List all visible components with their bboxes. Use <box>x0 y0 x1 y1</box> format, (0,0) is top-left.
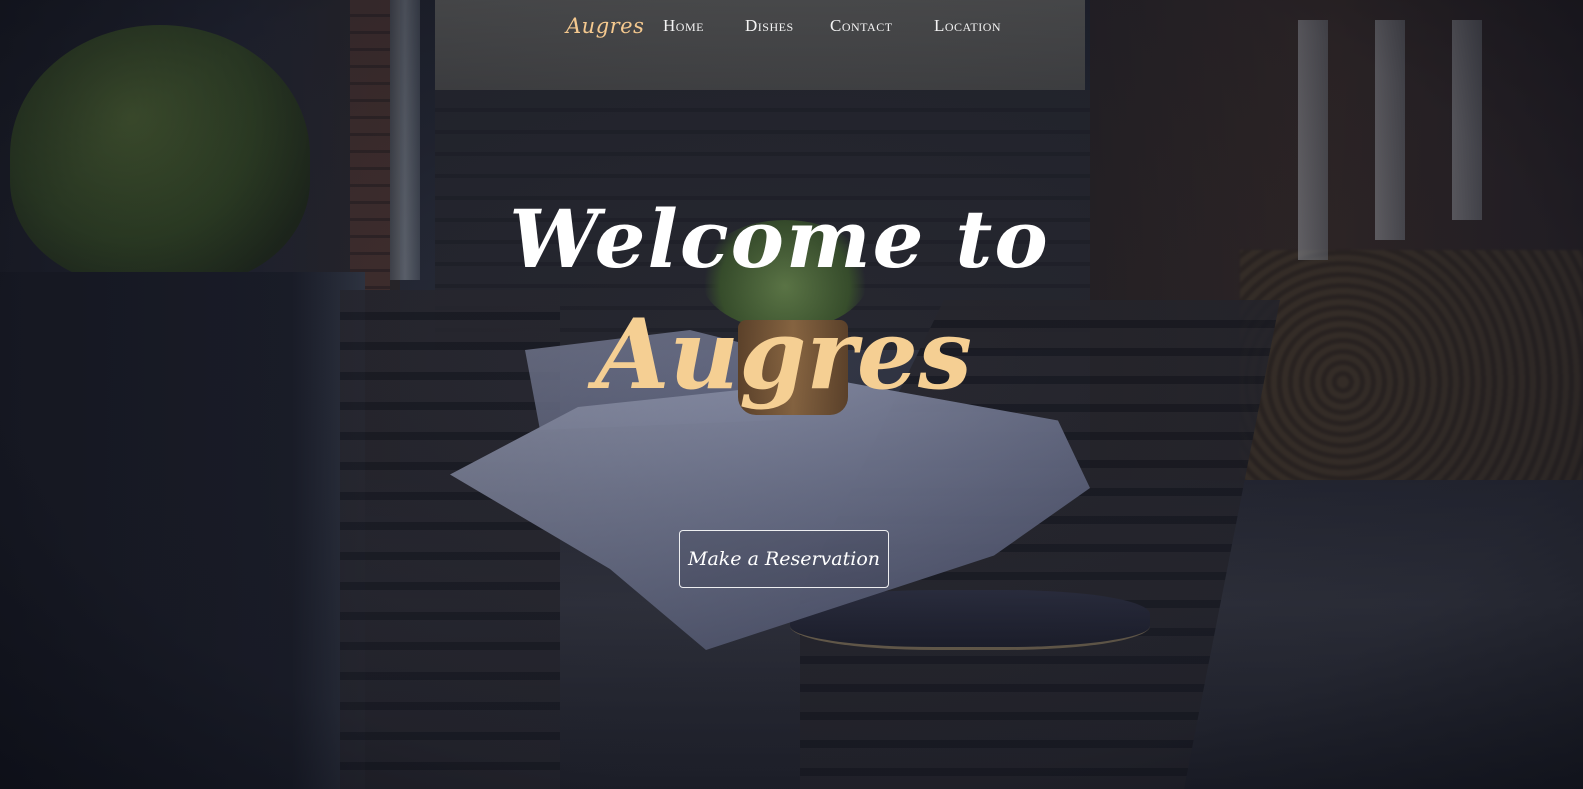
hero-welcome-heading: Welcome to <box>509 192 1050 286</box>
top-navigation: Augres Home Dishes Contact Location <box>0 10 1583 38</box>
nav-link-contact[interactable]: Contact <box>830 16 893 36</box>
nav-brand-logo[interactable]: Augres <box>566 14 644 38</box>
hero-section: Augres Home Dishes Contact Location Welc… <box>0 0 1583 789</box>
nav-link-location[interactable]: Location <box>934 16 1001 36</box>
nav-link-home[interactable]: Home <box>663 16 704 36</box>
hero-brand-heading: Augres <box>594 298 973 411</box>
make-reservation-button[interactable]: Make a Reservation <box>679 530 889 588</box>
nav-link-dishes[interactable]: Dishes <box>745 16 794 36</box>
